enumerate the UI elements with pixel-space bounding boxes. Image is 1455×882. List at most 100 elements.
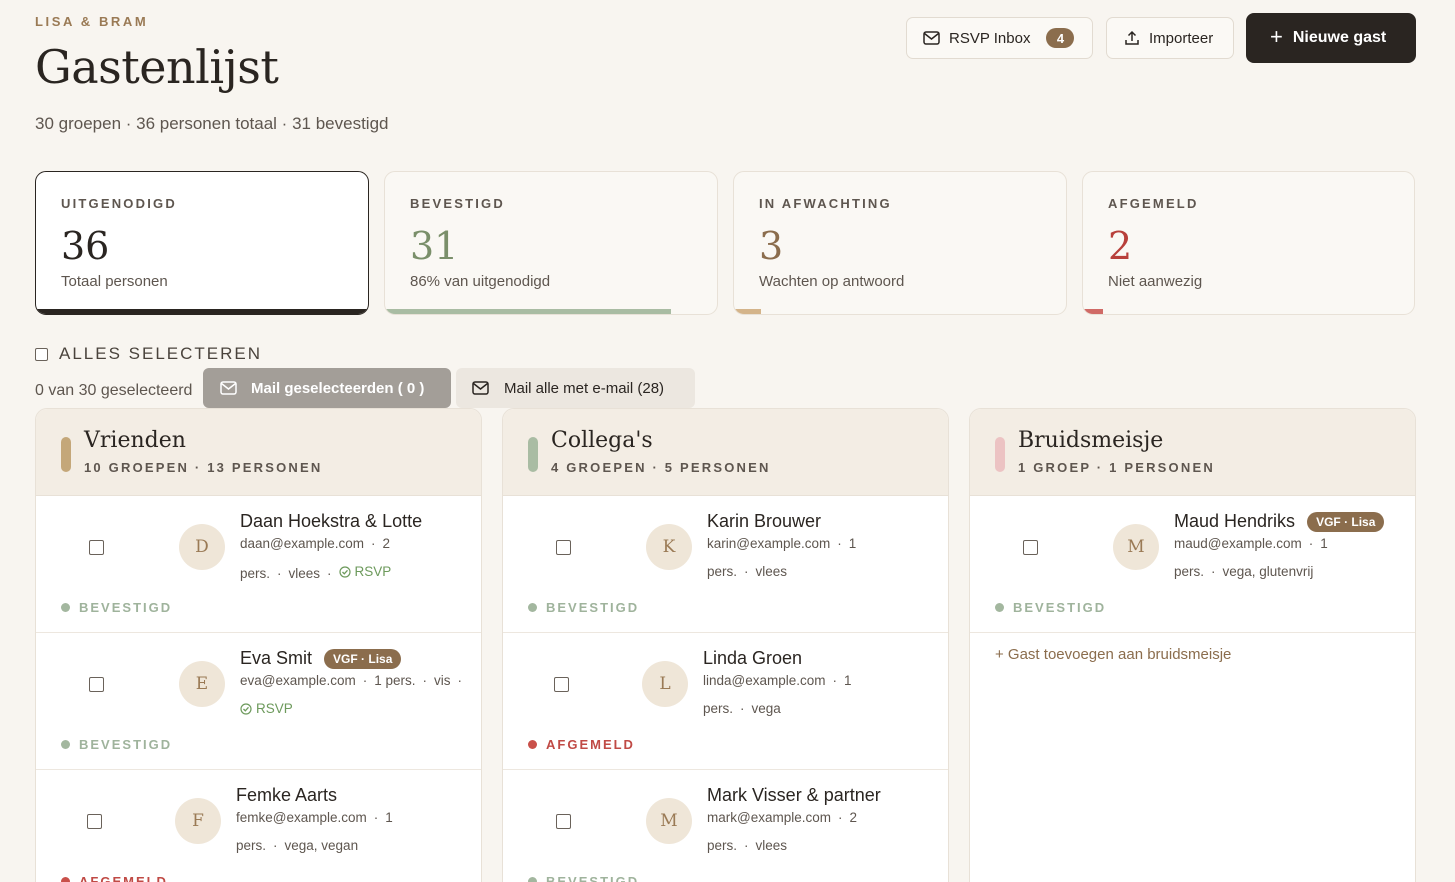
stat-label: BEVESTIGD (410, 196, 505, 211)
mail-icon (472, 381, 489, 395)
mail-icon (220, 381, 237, 395)
rsvp-status: RSVP (240, 695, 293, 723)
guest-email: daan@example.com (240, 536, 365, 551)
column-title: Collega's (551, 428, 653, 453)
status-badge: BEVESTIGD (528, 874, 639, 882)
separator-dot: · (1308, 536, 1314, 551)
guest-name[interactable]: Femke Aarts (236, 785, 337, 806)
status-label: BEVESTIGD (1013, 600, 1107, 615)
guest-row[interactable]: L Linda Groen linda@example.com · 1 pers. · ve… (503, 633, 948, 770)
rsvp-status: RSVP (338, 558, 392, 586)
guest-avatar: L (642, 661, 688, 707)
guest-name-text: Daan Hoekstra & Lotte (240, 511, 423, 531)
mail-all-button[interactable]: Mail alle met e-mail (28) (456, 368, 695, 408)
guest-row[interactable]: E Eva Smit VGF · Lisa eva@example.com · 1 per… (36, 633, 481, 770)
separator-dot: · (362, 673, 368, 688)
new-guest-button[interactable]: + Nieuwe gast (1246, 13, 1416, 63)
rsvp-label: RSVP (354, 564, 392, 579)
stat-card-afgemeld[interactable]: AFGEMELD 2 Niet aanwezig (1082, 171, 1415, 315)
stat-value: 3 (759, 224, 784, 268)
guest-diet: vega, glutenvrij (1222, 564, 1314, 579)
status-label: BEVESTIGD (546, 874, 640, 882)
guest-diet: vlees (755, 838, 788, 853)
guest-diet: vlees (755, 564, 788, 579)
guest-diet: vega, vegan (284, 838, 359, 853)
group-color-swatch (995, 437, 1005, 472)
mail-selected-label: Mail geselecteerden ( 0 ) (251, 379, 425, 397)
guest-email: maud@example.com (1174, 536, 1302, 551)
stat-card-in-afwachting[interactable]: IN AFWACHTING 3 Wachten op antwoord (733, 171, 1067, 315)
stat-label: AFGEMELD (1108, 196, 1199, 211)
guest-name[interactable]: Mark Visser & partner (707, 785, 881, 806)
guest-row[interactable]: M Mark Visser & partner mark@example.com · 2… (503, 770, 948, 882)
status-badge: AFGEMELD (528, 737, 635, 752)
mail-selected-button[interactable]: Mail geselecteerden ( 0 ) (203, 368, 451, 408)
stat-card-uitgenodigd[interactable]: UITGENODIGD 36 Totaal personen (35, 171, 369, 315)
guest-row[interactable]: F Femke Aarts femke@example.com · 1 pers. · ve… (36, 770, 481, 882)
guest-name-text: Karin Brouwer (707, 511, 822, 531)
status-dot (528, 603, 537, 612)
guest-row[interactable]: K Karin Brouwer karin@example.com · 1 pers. ·… (503, 496, 948, 633)
stat-label: UITGENODIGD (61, 196, 177, 211)
guest-name[interactable]: Linda Groen (703, 648, 802, 669)
stat-description: 86% van uitgenodigd (410, 273, 551, 290)
guest-name[interactable]: Eva Smit VGF · Lisa (240, 648, 402, 669)
guest-name-text: Eva Smit (240, 648, 313, 668)
import-button[interactable]: Importeer (1106, 17, 1234, 59)
guest-persons: 1 pers. (374, 673, 416, 688)
guest-email: femke@example.com (236, 810, 367, 825)
selection-count: 0 van 30 geselecteerd (35, 382, 193, 399)
guest-name[interactable]: Daan Hoekstra & Lotte (240, 511, 422, 532)
guest-name[interactable]: Maud Hendriks VGF · Lisa (1174, 511, 1385, 532)
page-subtitle: 30 groepen · 36 personen totaal · 31 bev… (35, 114, 389, 133)
guest-checkbox[interactable] (89, 540, 104, 555)
guest-checkbox[interactable] (89, 677, 104, 692)
select-all-checkbox[interactable] (35, 347, 48, 361)
stat-value: 36 (61, 224, 110, 268)
guest-avatar: K (646, 524, 692, 570)
column-title: Bruidsmeisje (1018, 428, 1164, 453)
separator-dot: · (277, 566, 282, 581)
separator-dot: · (744, 838, 749, 853)
status-dot (528, 740, 537, 749)
rsvp-count-badge: 4 (1046, 28, 1075, 48)
stat-progress-bar (734, 309, 761, 314)
separator-dot: · (373, 810, 379, 825)
guest-name-text: Maud Hendriks (1174, 511, 1296, 531)
guest-checkbox[interactable] (554, 677, 569, 692)
status-badge: AFGEMELD (61, 874, 168, 882)
guest-email: mark@example.com (707, 810, 831, 825)
add-guest-link[interactable]: + Gast toevoegen aan bruidsmeisje (995, 646, 1231, 663)
guest-email: karin@example.com (707, 536, 831, 551)
guest-checkbox[interactable] (556, 814, 571, 829)
rsvp-inbox-button[interactable]: RSVP Inbox 4 (906, 17, 1093, 59)
stat-card-bevestigd[interactable]: BEVESTIGD 31 86% van uitgenodigd (384, 171, 718, 315)
stat-description: Wachten op antwoord (759, 273, 905, 290)
status-badge: BEVESTIGD (61, 737, 172, 752)
couple-eyebrow: LISA & BRAM (35, 14, 149, 29)
guest-name[interactable]: Karin Brouwer (707, 511, 821, 532)
stat-progress-bar (1083, 309, 1103, 314)
check-circle-icon (338, 566, 351, 578)
rsvp-inbox-label: RSVP Inbox (949, 29, 1031, 47)
separator-dot: · (457, 673, 463, 688)
guest-checkbox[interactable] (556, 540, 571, 555)
status-badge: BEVESTIGD (995, 600, 1106, 615)
status-dot (995, 603, 1004, 612)
new-guest-label: Nieuwe gast (1292, 29, 1387, 46)
status-label: BEVESTIGD (546, 600, 640, 615)
guest-meta: mark@example.com · 2 pers. · vlees (707, 804, 907, 860)
status-label: BEVESTIGD (79, 737, 173, 752)
select-all-toggle[interactable]: ALLES SELECTEREN (35, 344, 262, 364)
separator-dot: · (371, 536, 376, 551)
guest-diet: vega (751, 701, 781, 716)
guest-avatar: M (646, 798, 692, 844)
column-summary: 1 GROEP · 1 PERSONEN (1018, 460, 1215, 475)
guest-checkbox[interactable] (87, 814, 102, 829)
page-title: Gastenlijst (35, 40, 279, 94)
guest-row[interactable]: M Maud Hendriks VGF · Lisa maud@example.com… (970, 496, 1415, 633)
guest-column-vrienden: Vrienden 10 GROEPEN · 13 PERSONEN D Daan Ho… (35, 408, 482, 882)
guest-checkbox[interactable] (1023, 540, 1038, 555)
stat-progress-bar (36, 309, 368, 314)
guest-row[interactable]: D Daan Hoekstra & Lotte daan@example.com · 2… (36, 496, 481, 633)
